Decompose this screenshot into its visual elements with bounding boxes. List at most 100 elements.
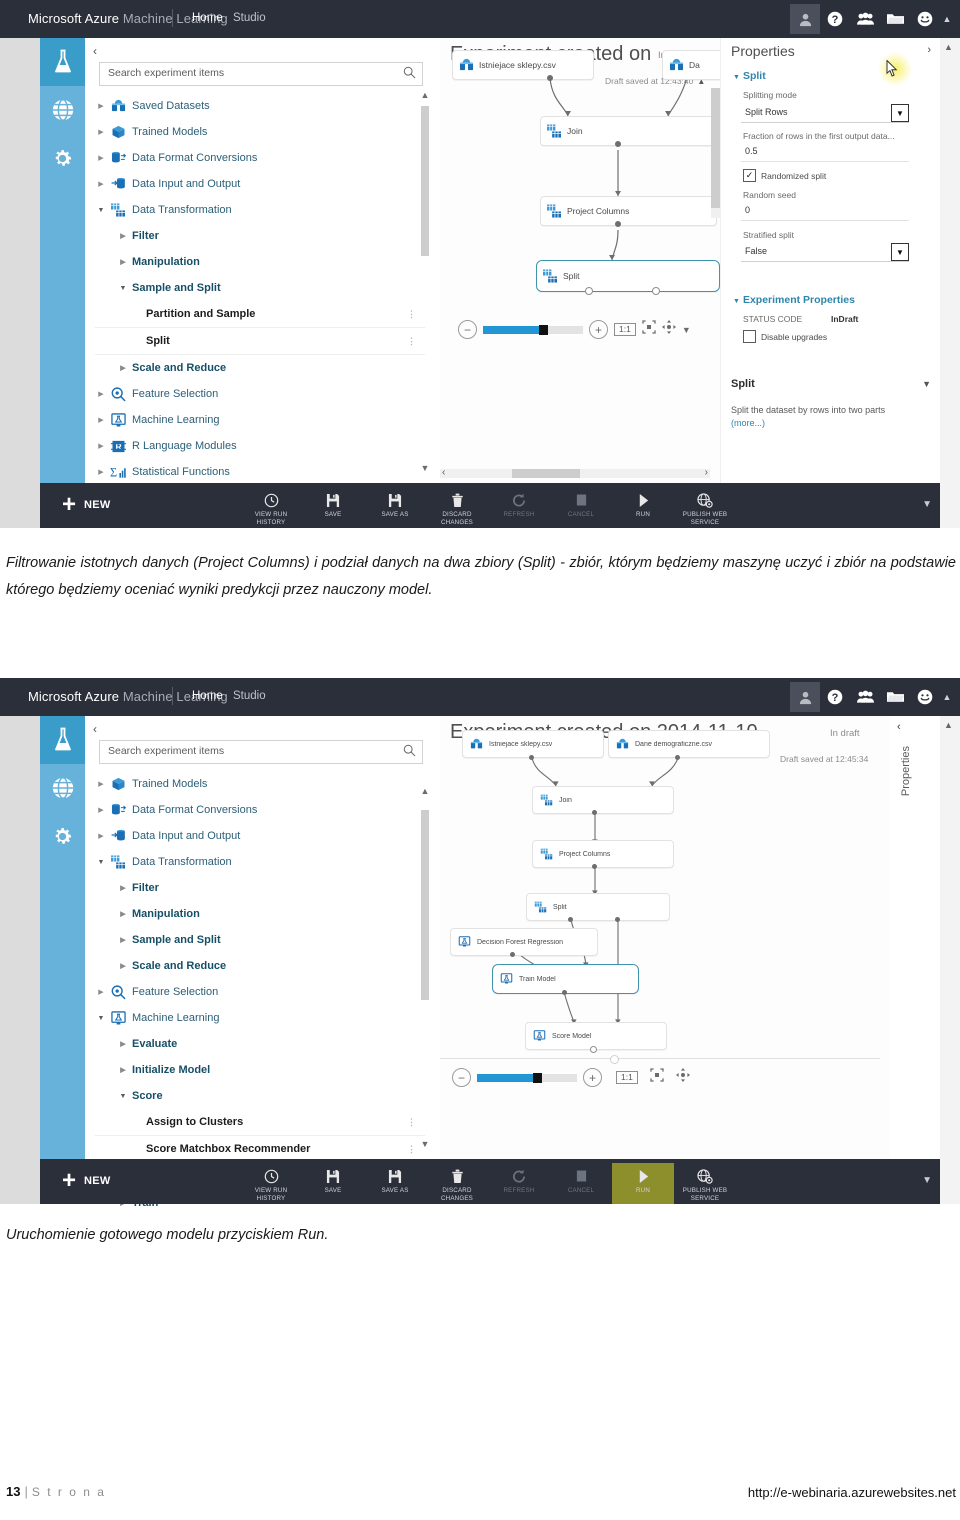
tree-item-split[interactable]: Split ⋮ (95, 328, 425, 355)
tree-item-saved-datasets[interactable]: ▶ Saved Datasets (95, 93, 425, 119)
command-cancel[interactable]: CANCEL (550, 1163, 612, 1204)
triangle-right-icon[interactable]: ▶ (117, 258, 129, 266)
command-view-run-history[interactable]: VIEW RUN HISTORY (240, 1163, 302, 1204)
feedback-smiley-icon[interactable] (910, 682, 940, 712)
zoom-in-button[interactable]: + (589, 320, 608, 339)
tree-item-trained-models[interactable]: ▶ Trained Models (95, 119, 425, 145)
nav-studio[interactable]: Studio (233, 12, 266, 24)
triangle-right-icon[interactable]: ▶ (95, 780, 107, 788)
triangle-down-icon[interactable]: ▼ (95, 1015, 107, 1022)
node-output-port[interactable] (592, 864, 597, 869)
node-output-port[interactable] (615, 917, 620, 922)
zoom-slider[interactable] (483, 324, 583, 335)
command-save[interactable]: SAVE (302, 487, 364, 528)
fraction-rows-input[interactable]: 0.5 (741, 144, 909, 162)
triangle-right-icon[interactable]: ▶ (117, 1066, 129, 1074)
triangle-right-icon[interactable]: ▶ (117, 962, 129, 970)
tree-scroll-thumb[interactable] (421, 810, 429, 1000)
module-node[interactable]: Split (526, 893, 670, 921)
command-publish-web-service[interactable]: PUBLISH WEB SERVICE (674, 1163, 736, 1204)
node-output-port[interactable] (592, 810, 597, 815)
canvas-horizontal-scrollbar[interactable] (440, 1054, 880, 1064)
module-node[interactable]: Istniejace sklepy.csv (462, 730, 604, 758)
stratified-split-select[interactable]: False ▼ (741, 243, 909, 262)
folder-icon[interactable] (880, 682, 910, 712)
chevron-up-icon[interactable]: ▲ (420, 90, 430, 102)
settings-gear-icon[interactable] (40, 812, 85, 860)
module-node[interactable]: Istniejace sklepy.csv (452, 50, 594, 80)
canvas-horizontal-scrollbar[interactable]: ‹ › (440, 467, 710, 478)
tree-item-data-transformation[interactable]: ▼ Data Transformation (95, 849, 425, 875)
experiments-flask-icon[interactable] (40, 716, 85, 764)
zoom-out-button[interactable]: − (458, 320, 477, 339)
collapse-left-panel-button[interactable]: ‹ (93, 722, 97, 736)
disable-upgrades-checkbox[interactable]: Disable upgrades (743, 330, 827, 343)
command-run[interactable]: RUN (612, 1163, 674, 1204)
command-run[interactable]: RUN (612, 487, 674, 528)
tree-item-scale-and-reduce[interactable]: ▶ Scale and Reduce (95, 355, 425, 381)
command-view-run-history[interactable]: VIEW RUN HISTORY (240, 487, 302, 528)
nav-home[interactable]: Home (192, 690, 223, 702)
collapse-properties-button[interactable]: ‹ (897, 721, 901, 733)
pan-icon[interactable] (661, 320, 676, 339)
tree-item-feature-selection[interactable]: ▶ Feature Selection (95, 381, 425, 407)
new-button[interactable]: + NEW (62, 1169, 111, 1193)
triangle-down-icon[interactable]: ▼ (95, 859, 107, 866)
triangle-right-icon[interactable]: ▶ (117, 936, 129, 944)
feedback-smiley-icon[interactable] (910, 4, 940, 34)
splitting-mode-select[interactable]: Split Rows ▼ (741, 104, 909, 123)
triangle-right-icon[interactable]: ▶ (117, 1040, 129, 1048)
chevron-down-icon[interactable]: ▼ (922, 379, 931, 389)
search-input[interactable]: Search experiment items (99, 740, 423, 764)
expand-properties-button[interactable]: › (927, 44, 931, 56)
scroll-left-icon[interactable]: ‹ (442, 467, 445, 478)
node-output-port[interactable] (652, 287, 660, 295)
tree-scrollbar[interactable]: ▲ ▼ (420, 90, 430, 475)
triangle-right-icon[interactable]: ▶ (117, 364, 129, 372)
command-discard-changes[interactable]: DISCARD CHANGES (426, 1163, 488, 1204)
experiments-flask-icon[interactable] (40, 38, 85, 86)
node-output-port[interactable] (547, 75, 553, 81)
chevron-down-icon[interactable]: ▼ (891, 243, 909, 261)
web-services-globe-icon[interactable] (40, 86, 85, 134)
triangle-right-icon[interactable]: ▶ (117, 910, 129, 918)
tree-item-sample-and-split[interactable]: ▶ Sample and Split (95, 927, 425, 953)
chevron-down-icon[interactable]: ▼ (420, 463, 430, 475)
nav-studio[interactable]: Studio (233, 690, 266, 702)
zoom-ratio-button[interactable]: 1:1 (616, 1071, 638, 1084)
zoom-slider[interactable] (477, 1072, 577, 1083)
search-input[interactable]: Search experiment items (99, 62, 423, 86)
tree-scrollbar[interactable]: ▲ ▼ (420, 768, 430, 1151)
module-node[interactable]: Dane demograficzne.csv (608, 730, 770, 758)
command-save-as[interactable]: SAVE AS (364, 1163, 426, 1204)
command-discard-changes[interactable]: DISCARD CHANGES (426, 487, 488, 528)
fit-to-screen-icon[interactable] (642, 320, 656, 339)
node-output-port[interactable] (590, 1046, 597, 1053)
zoom-out-button[interactable]: − (452, 1068, 471, 1087)
experiment-canvas[interactable]: Experiment created on 2014-11-10 In draf… (440, 716, 890, 1159)
triangle-down-icon[interactable]: ▼ (117, 285, 129, 292)
chevron-down-icon[interactable]: ▼ (922, 499, 932, 510)
drag-handle-icon[interactable]: ⋮ (407, 1144, 417, 1155)
drag-handle-icon[interactable]: ⋮ (407, 309, 417, 320)
collapse-left-panel-button[interactable]: ‹ (93, 44, 97, 58)
triangle-right-icon[interactable]: ▶ (95, 416, 107, 424)
tree-item-machine-learning[interactable]: ▼ Machine Learning (95, 1005, 425, 1031)
triangle-right-icon[interactable]: ▶ (95, 442, 107, 450)
node-output-port[interactable] (529, 755, 534, 760)
nav-home[interactable]: Home (192, 12, 223, 24)
tree-item-filter[interactable]: ▶ Filter (95, 223, 425, 249)
tree-item-score[interactable]: ▼ Score (95, 1083, 425, 1109)
command-save-as[interactable]: SAVE AS (364, 487, 426, 528)
tree-item-data-format-conversions[interactable]: ▶ Data Format Conversions (95, 797, 425, 823)
tree-item-statistical-functions[interactable]: ▶ Σ Statistical Functions (95, 459, 425, 485)
chevron-up-icon[interactable]: ▲ (940, 682, 954, 712)
node-output-port[interactable] (615, 141, 621, 147)
random-seed-input[interactable]: 0 (741, 203, 909, 221)
tree-item-manipulation[interactable]: ▶ Manipulation (95, 901, 425, 927)
tree-item-initialize-model[interactable]: ▶ Initialize Model (95, 1057, 425, 1083)
avatar-icon[interactable] (790, 4, 820, 34)
command-cancel[interactable]: CANCEL (550, 487, 612, 528)
tree-item-assign-to-clusters[interactable]: Assign to Clusters ⋮ (95, 1109, 425, 1136)
module-node[interactable]: Join (532, 786, 674, 814)
